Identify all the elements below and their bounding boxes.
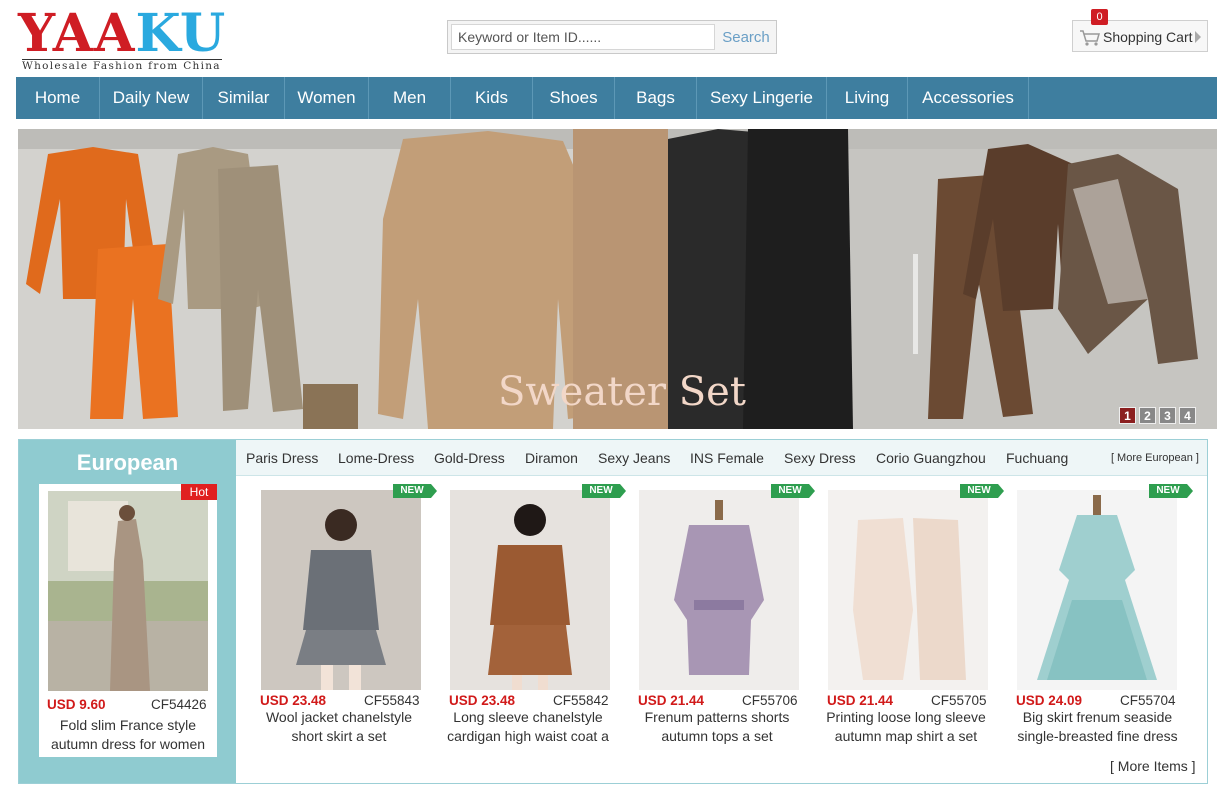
product-code: CF55705 — [931, 693, 987, 708]
banner-page-1[interactable]: 1 — [1119, 407, 1136, 424]
product-title-line1: Frenum patterns shorts — [644, 709, 790, 725]
nav-item-sexy-lingerie[interactable]: Sexy Lingerie — [697, 77, 827, 119]
nav-item-men[interactable]: Men — [369, 77, 451, 119]
nav-item-bags[interactable]: Bags — [615, 77, 697, 119]
logo-wordmark: YAAKU — [18, 8, 226, 60]
nav-item-accessories[interactable]: Accessories — [908, 77, 1029, 119]
section-title: European — [76, 450, 179, 475]
product-price: USD 21.44 — [827, 693, 894, 708]
tab-fuchuang[interactable]: Fuchuang — [1006, 450, 1068, 466]
new-badge: NEW — [393, 484, 437, 498]
product-title-line2: cardigan high waist coat a — [447, 728, 609, 744]
new-badge: NEW — [960, 484, 1004, 498]
new-badge: NEW — [771, 484, 815, 498]
cart-count-badge: 0 — [1091, 9, 1108, 25]
product-title-line2: single-breasted fine dress — [1017, 728, 1178, 744]
product-image[interactable] — [1017, 490, 1177, 690]
nav-item-women[interactable]: Women — [285, 77, 369, 119]
nav-item-home[interactable]: Home — [16, 77, 100, 119]
product-image[interactable] — [828, 490, 988, 690]
new-badge: NEW — [582, 484, 626, 498]
banner-caption: Sweater Set — [498, 369, 746, 415]
product-image[interactable] — [639, 490, 799, 690]
featured-code: CF54426 — [151, 697, 207, 712]
featured-product-card[interactable]: USD 9.60 CF54426 Fold slim France style … — [39, 484, 217, 757]
section-tabs: Paris Dress Lome-Dress Gold-Dress Diramo… — [236, 440, 1207, 476]
main-nav: Home Daily New Similar Women Men Kids Sh… — [16, 77, 1217, 119]
more-items-link[interactable]: [ More Items ] — [1110, 758, 1196, 774]
product-image[interactable] — [261, 490, 421, 690]
banner-page-3[interactable]: 3 — [1159, 407, 1176, 424]
featured-title-line1: Fold slim France style — [59, 717, 197, 733]
product-code: CF55706 — [742, 693, 798, 708]
hero-banner[interactable]: Sweater Set 1 2 3 4 — [18, 129, 1217, 429]
product-title-line2: autumn tops a set — [661, 728, 773, 744]
featured-price: USD 9.60 — [47, 697, 106, 712]
nav-item-living[interactable]: Living — [827, 77, 908, 119]
product-title-line2: autumn map shirt a set — [834, 728, 978, 744]
nav-item-kids[interactable]: Kids — [451, 77, 533, 119]
featured-title[interactable]: Fold slim France style autumn dress for … — [39, 716, 217, 754]
product-code: CF55843 — [364, 693, 420, 708]
product-price: USD 23.48 — [260, 693, 327, 708]
tab-lome-dress[interactable]: Lome-Dress — [338, 450, 414, 466]
tab-gold-dress[interactable]: Gold-Dress — [434, 450, 505, 466]
product-title-line1: Long sleeve chanelstyle — [453, 709, 603, 725]
product-price: USD 23.48 — [449, 693, 516, 708]
cart-label: Shopping Cart — [1103, 29, 1193, 45]
nav-item-similar[interactable]: Similar — [203, 77, 285, 119]
more-european-link[interactable]: [ More European ] — [1111, 452, 1199, 464]
search-button[interactable]: Search — [718, 24, 774, 50]
product-title[interactable]: Printing loose long sleeve autumn map sh… — [821, 708, 991, 746]
search-input[interactable] — [451, 24, 715, 50]
banner-page-2[interactable]: 2 — [1139, 407, 1156, 424]
product-image[interactable] — [450, 490, 610, 690]
logo-text-blue: KU — [135, 3, 227, 64]
product-title-line1: Printing loose long sleeve — [826, 709, 986, 725]
new-badge: NEW — [1149, 484, 1193, 498]
nav-item-shoes[interactable]: Shoes — [533, 77, 615, 119]
product-title-line1: Big skirt frenum seaside — [1022, 709, 1173, 725]
product-title[interactable]: Wool jacket chanelstyle short skirt a se… — [254, 708, 424, 746]
cart-arrow-icon — [1195, 31, 1201, 43]
product-price: USD 21.44 — [638, 693, 705, 708]
featured-product-image[interactable] — [48, 491, 208, 691]
product-code: CF55704 — [1120, 693, 1176, 708]
tab-corio-guangzhou[interactable]: Corio Guangzhou — [876, 450, 986, 466]
tab-diramon[interactable]: Diramon — [525, 450, 578, 466]
search-box: Search — [447, 20, 777, 54]
product-title[interactable]: Long sleeve chanelstyle cardigan high wa… — [443, 708, 613, 746]
banner-page-4[interactable]: 4 — [1179, 407, 1196, 424]
product-code: CF55842 — [553, 693, 609, 708]
product-title[interactable]: Frenum patterns shorts autumn tops a set — [632, 708, 802, 746]
product-price: USD 24.09 — [1016, 693, 1083, 708]
site-logo[interactable]: YAAKU Wholesale Fashion from China — [18, 8, 228, 73]
featured-title-line2: autumn dress for women — [50, 736, 206, 752]
header: YAAKU Wholesale Fashion from China Searc… — [0, 0, 1217, 76]
section-sidebar: European USD 9.60 CF54426 Fold slim Fran… — [19, 440, 236, 783]
banner-pager: 1 2 3 4 — [1119, 407, 1196, 424]
nav-item-daily-new[interactable]: Daily New — [100, 77, 203, 119]
tab-sexy-jeans[interactable]: Sexy Jeans — [598, 450, 670, 466]
product-title[interactable]: Big skirt frenum seaside single-breasted… — [1010, 708, 1185, 746]
european-section: European USD 9.60 CF54426 Fold slim Fran… — [18, 439, 1208, 784]
tab-sexy-dress[interactable]: Sexy Dress — [784, 450, 856, 466]
hot-badge: Hot — [181, 484, 217, 500]
tab-paris-dress[interactable]: Paris Dress — [246, 450, 318, 466]
product-title-line2: short skirt a set — [291, 728, 387, 744]
tab-ins-female[interactable]: INS Female — [690, 450, 764, 466]
logo-text-red: YAA — [18, 3, 136, 64]
logo-tagline: Wholesale Fashion from China — [22, 59, 222, 72]
cart-icon — [1080, 30, 1100, 46]
product-title-line1: Wool jacket chanelstyle — [265, 709, 413, 725]
